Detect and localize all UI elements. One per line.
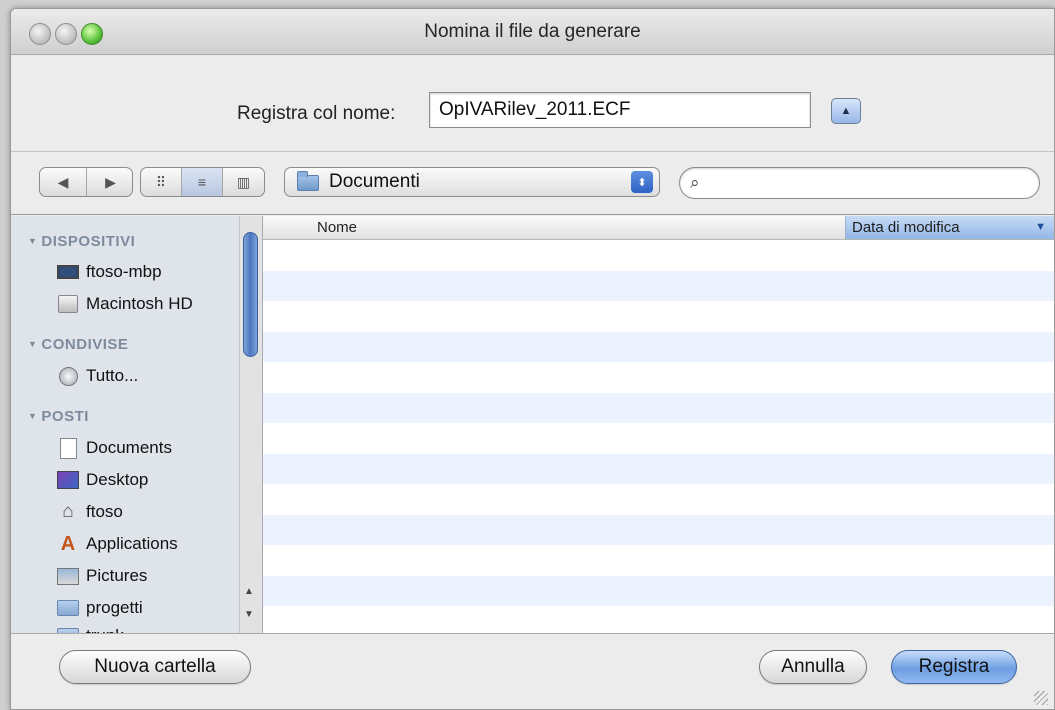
hard-disk-icon <box>57 295 79 313</box>
cancel-button[interactable]: Annulla <box>759 650 867 684</box>
back-button[interactable]: ◀ <box>40 168 87 196</box>
resize-grip-icon[interactable] <box>1034 691 1048 705</box>
table-row <box>263 240 1054 271</box>
sidebar-item-label: Documents <box>86 438 172 457</box>
scroll-up-icon[interactable]: ▲ <box>244 586 254 597</box>
sidebar-scrollbar[interactable]: ▲ ▼ <box>239 216 261 633</box>
save-as-label: Registra col nome: <box>237 103 396 124</box>
list-icon: ≡ <box>197 174 207 190</box>
save-button[interactable]: Registra <box>891 650 1017 684</box>
view-mode-switcher: ⠿ ≡ ▥ <box>140 167 265 197</box>
scroll-down-icon[interactable]: ▼ <box>244 609 254 620</box>
sidebar-item-label: trunk <box>86 626 124 633</box>
sidebar-section-places[interactable]: POSTI <box>28 408 89 425</box>
table-row <box>263 362 1054 393</box>
sidebar-item-label: ftoso <box>86 502 123 521</box>
back-arrow-icon: ◀ <box>57 173 69 190</box>
column-header-date-label: Data di modifica <box>852 219 960 236</box>
sidebar-item-documents[interactable]: Documents <box>57 437 172 459</box>
table-row <box>263 331 1054 362</box>
sidebar-item-label: Desktop <box>86 470 149 489</box>
expand-dialog-button[interactable]: ▲ <box>831 98 861 124</box>
column-header-name[interactable]: Nome <box>317 219 357 236</box>
table-row <box>263 545 1054 576</box>
table-row <box>263 514 1054 545</box>
forward-arrow-icon: ▶ <box>105 173 116 190</box>
sidebar-item-tutto[interactable]: Tutto... <box>57 366 138 386</box>
sidebar-item-progetti[interactable]: progetti <box>57 598 143 618</box>
sidebar-section-devices[interactable]: DISPOSITIVI <box>28 233 135 250</box>
desktop-icon <box>57 471 79 489</box>
sort-descending-icon: ▼ <box>1035 221 1046 233</box>
dialog-buttons: Nuova cartella Annulla Registra <box>11 633 1054 709</box>
document-icon <box>57 437 79 459</box>
sidebar-item-ftoso[interactable]: ⌂ ftoso <box>57 501 123 522</box>
search-icon: ⌕ <box>690 173 700 192</box>
sidebar: DISPOSITIVI ftoso-mbp Macintosh HD CONDI… <box>11 216 263 633</box>
sidebar-item-label: ftoso-mbp <box>86 262 162 281</box>
list-view-button[interactable]: ≡ <box>182 168 223 196</box>
home-icon: ⌂ <box>62 501 74 522</box>
pictures-icon <box>57 567 79 585</box>
sidebar-item-desktop[interactable]: Desktop <box>57 470 148 490</box>
file-list: Nome Data di modifica ▼ <box>263 216 1054 633</box>
window-title: Nomina il file da generare <box>424 21 641 42</box>
table-row <box>263 423 1054 454</box>
table-row <box>263 301 1054 332</box>
applications-icon: A <box>60 532 76 555</box>
location-popup[interactable]: Documenti ⬍ <box>284 167 660 197</box>
sidebar-item-pictures[interactable]: Pictures <box>57 566 147 586</box>
history-navigation: ◀ ▶ <box>39 167 133 197</box>
sidebar-item-ftoso-mbp[interactable]: ftoso-mbp <box>57 262 162 282</box>
sidebar-item-applications[interactable]: A Applications <box>57 532 178 555</box>
list-header: Nome Data di modifica ▼ <box>263 216 1054 240</box>
table-row <box>263 606 1054 633</box>
sidebar-item-label: Macintosh HD <box>86 294 193 313</box>
file-rows <box>263 240 1054 633</box>
icon-view-button[interactable]: ⠿ <box>141 168 182 196</box>
table-row <box>263 484 1054 515</box>
network-icon <box>57 366 79 386</box>
column-header-date[interactable]: Data di modifica ▼ <box>845 216 1054 239</box>
scrollbar-thumb[interactable] <box>243 232 258 357</box>
table-row <box>263 575 1054 606</box>
sidebar-item-macintosh-hd[interactable]: Macintosh HD <box>57 294 193 314</box>
table-row <box>263 392 1054 423</box>
sidebar-item-label: Pictures <box>86 566 148 585</box>
browser-toolbar: ◀ ▶ ⠿ ≡ ▥ Documenti ⬍ ⌕ <box>11 153 1054 215</box>
location-label: Documenti <box>329 171 420 192</box>
columns-icon: ▥ <box>236 173 251 190</box>
forward-button[interactable]: ▶ <box>87 168 132 196</box>
table-row <box>263 453 1054 484</box>
sidebar-item-label: Applications <box>86 534 178 553</box>
table-row <box>263 270 1054 301</box>
triangle-up-icon: ▲ <box>840 105 852 117</box>
sidebar-section-shared[interactable]: CONDIVISE <box>28 336 128 353</box>
folder-icon <box>297 171 319 191</box>
column-view-button[interactable]: ▥ <box>223 168 264 196</box>
grid-icon: ⠿ <box>155 173 167 190</box>
new-folder-button[interactable]: Nuova cartella <box>59 650 251 684</box>
popup-arrows-icon: ⬍ <box>631 171 653 193</box>
sidebar-item-trunk[interactable]: trunk <box>57 626 124 633</box>
sidebar-item-label: progetti <box>86 598 143 617</box>
laptop-icon <box>57 263 79 281</box>
title-bar: Nomina il file da generare <box>11 9 1054 55</box>
save-dialog: Nomina il file da generare Registra col … <box>10 8 1055 710</box>
search-field[interactable]: ⌕ <box>679 167 1040 199</box>
save-as-bar: Registra col nome: ▲ <box>11 56 1054 152</box>
sidebar-item-label: Tutto... <box>86 366 139 385</box>
folder-icon <box>57 599 79 617</box>
filename-input[interactable] <box>429 92 811 128</box>
